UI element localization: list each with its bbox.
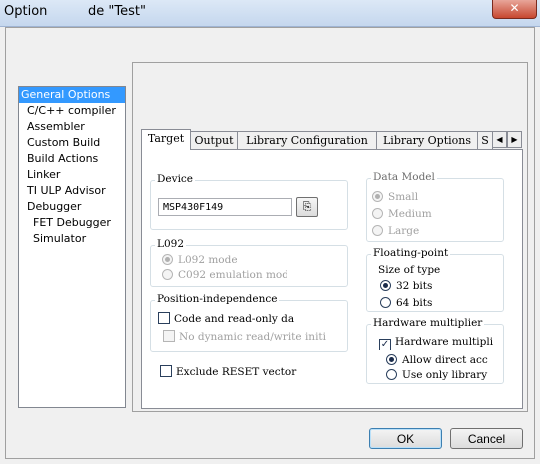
category-c-compiler[interactable]: C/C++ compiler	[19, 103, 125, 119]
hardware-multiplier-checkbox[interactable]: ✓ Hardware multipli	[379, 334, 501, 350]
tab-output[interactable]: Output	[190, 131, 238, 149]
category-general-options[interactable]: General Options	[19, 87, 125, 103]
radio-icon[interactable]	[386, 354, 397, 365]
float-64-bits-option[interactable]: 64 bits	[380, 295, 432, 311]
radio-icon[interactable]	[162, 269, 173, 280]
tab-scroll-left-icon[interactable]: ◀	[492, 131, 507, 148]
tab-scroll-right-icon[interactable]: ▶	[507, 131, 522, 148]
category-build-actions[interactable]: Build Actions	[19, 151, 125, 167]
title-bar: Option de "Test" ✕	[0, 0, 540, 27]
close-button[interactable]: ✕	[492, 0, 537, 19]
window-title-project: de "Test"	[88, 4, 146, 19]
checkbox-checked-icon[interactable]: ✓	[379, 339, 391, 350]
allow-direct-access-option[interactable]: Allow direct acc	[386, 352, 501, 368]
floating-point-legend: Floating-point	[371, 247, 451, 259]
window-title: Option	[4, 4, 48, 19]
tab-library-options[interactable]: Library Options	[376, 131, 478, 149]
radio-icon[interactable]	[372, 225, 383, 236]
category-custom-build[interactable]: Custom Build	[19, 135, 125, 151]
use-only-library-option[interactable]: Use only library	[386, 367, 501, 383]
data-model-small-option[interactable]: Small	[372, 189, 418, 205]
category-debugger[interactable]: Debugger	[19, 199, 125, 215]
float-32-bits-option[interactable]: 32 bits	[380, 278, 432, 294]
radio-icon[interactable]	[372, 191, 383, 202]
category-simulator[interactable]: Simulator	[19, 231, 125, 247]
c092-emulation-option[interactable]: C092 emulation mod	[162, 267, 287, 283]
ok-button[interactable]: OK	[369, 428, 442, 449]
data-model-medium-option[interactable]: Medium	[372, 206, 432, 222]
tab-library-configuration[interactable]: Library Configuration	[237, 131, 377, 149]
l092-mode-option[interactable]: L092 mode	[162, 252, 238, 268]
checkbox-icon[interactable]	[163, 330, 175, 342]
tab-target[interactable]: Target	[141, 129, 191, 150]
radio-icon[interactable]	[162, 254, 173, 265]
code-readonly-checkbox[interactable]: Code and read-only da	[158, 311, 302, 327]
hardware-multiplier-legend: Hardware multiplier	[371, 317, 485, 329]
category-assembler[interactable]: Assembler	[19, 119, 125, 135]
data-model-large-option[interactable]: Large	[372, 223, 419, 239]
tab-s[interactable]: S	[477, 131, 493, 149]
radio-icon[interactable]	[386, 369, 397, 380]
l092-legend: L092	[155, 238, 187, 250]
device-legend: Device	[155, 173, 196, 185]
exclude-reset-checkbox[interactable]: Exclude RESET vector	[160, 364, 296, 380]
position-independence-legend: Position-independence	[155, 293, 280, 305]
category-ti-ulp-advisor[interactable]: TI ULP Advisor	[19, 183, 125, 199]
cancel-button[interactable]: Cancel	[450, 428, 523, 449]
checkbox-icon[interactable]	[158, 312, 170, 324]
device-select-icon[interactable]: ⎘	[296, 197, 318, 217]
category-fet-debugger[interactable]: FET Debugger	[19, 215, 125, 231]
checkbox-icon[interactable]	[160, 365, 172, 377]
category-linker[interactable]: Linker	[19, 167, 125, 183]
radio-icon[interactable]	[372, 208, 383, 219]
device-field[interactable]: MSP430F149	[158, 198, 292, 216]
size-of-type-label: Size of type	[378, 264, 441, 276]
radio-icon[interactable]	[380, 297, 391, 308]
category-list[interactable]: General Options C/C++ compiler Assembler…	[18, 86, 126, 408]
radio-icon[interactable]	[380, 280, 391, 291]
data-model-legend: Data Model	[371, 171, 437, 183]
no-dynamic-checkbox[interactable]: No dynamic read/write initi	[163, 329, 345, 345]
